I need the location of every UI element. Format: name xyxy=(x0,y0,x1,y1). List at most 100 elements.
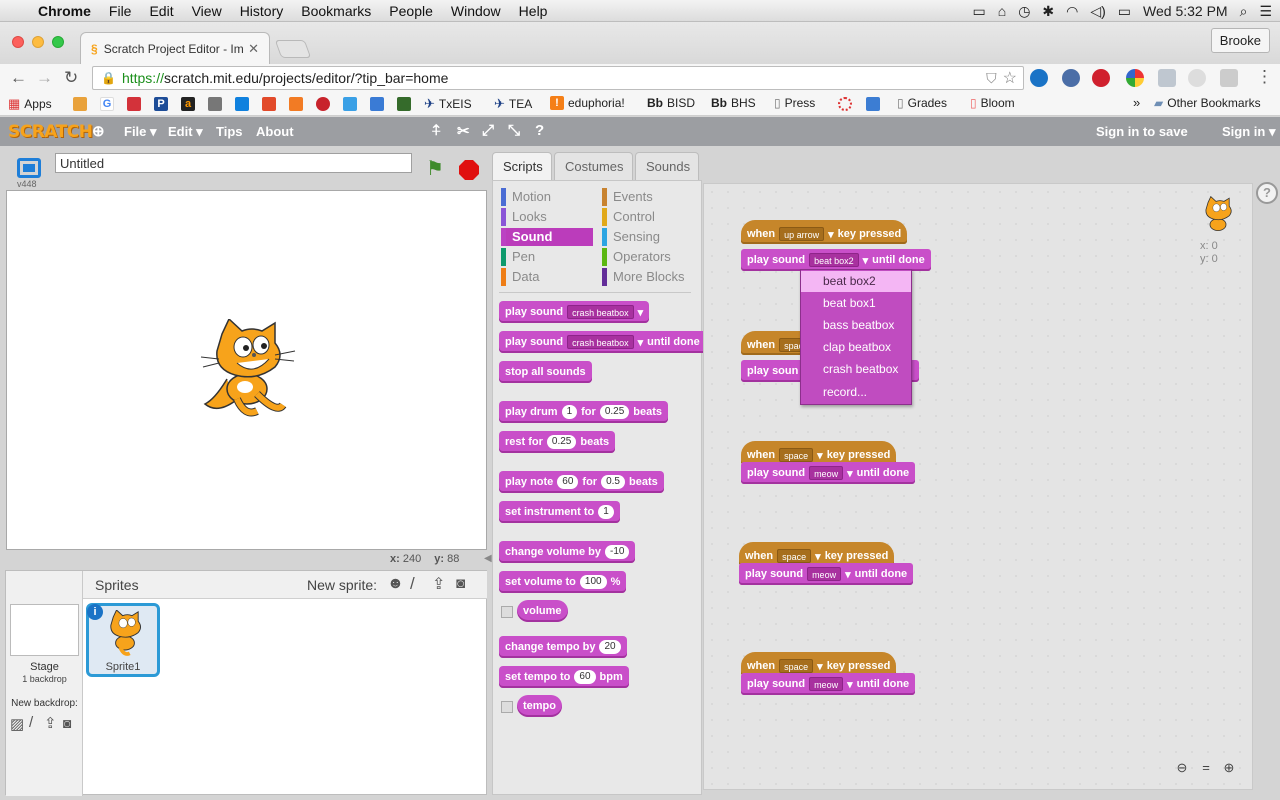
menu-item-bass-beatbox[interactable]: bass beatbox xyxy=(801,315,911,336)
bookmark-icon-green[interactable] xyxy=(397,97,411,111)
delete-tool-icon[interactable]: ✂ xyxy=(457,122,470,140)
bookmark-icon-hourglass[interactable] xyxy=(866,97,880,111)
upload-backdrop-icon[interactable]: ⇪ xyxy=(44,714,57,732)
bookmark-bisd[interactable]: Bb BISD xyxy=(647,96,695,110)
camera-icon[interactable] xyxy=(1220,69,1238,87)
camera-sprite-icon[interactable]: ◙ xyxy=(456,575,465,592)
bookmark-grades[interactable]: ▯ Grades xyxy=(897,96,947,110)
menu-chrome[interactable]: Chrome xyxy=(38,3,91,19)
tips-link[interactable]: Tips xyxy=(216,124,243,139)
bookmark-bloom[interactable]: ▯ Bloom xyxy=(970,96,1015,110)
battery-icon[interactable]: ▭ xyxy=(1118,3,1131,20)
zoom-in-icon[interactable]: ⊕ xyxy=(1219,760,1239,776)
airplay-icon[interactable]: ▭ xyxy=(972,3,985,20)
bookmark-icon-circle[interactable] xyxy=(838,97,852,111)
pinterest-bookmark-icon[interactable] xyxy=(316,97,330,111)
edit-menu[interactable]: Edit ▾ xyxy=(168,124,203,140)
bookmark-icon-blue[interactable] xyxy=(343,97,357,111)
notification-center-icon[interactable]: ☰ xyxy=(1259,3,1272,20)
chrome-menu-icon[interactable]: ⋮ xyxy=(1256,67,1273,87)
sprite1-thumbnail[interactable]: i Sprite1 xyxy=(86,603,160,677)
category-data[interactable]: Data xyxy=(501,268,593,286)
tab-scripts[interactable]: Scripts xyxy=(492,152,552,180)
globe-icon[interactable]: ⊕ xyxy=(92,122,105,140)
script4-play-sound-until-done-block[interactable]: play sound meow ▾ until done xyxy=(739,563,914,585)
palette-stop-all-sounds-block[interactable]: stop all sounds xyxy=(499,361,592,383)
extension-color-icon[interactable] xyxy=(1126,69,1144,87)
dropbox-bookmark-icon[interactable] xyxy=(235,97,249,111)
tab-sounds[interactable]: Sounds xyxy=(635,152,699,180)
bookmark-icon-red[interactable] xyxy=(127,97,141,111)
zoom-out-icon[interactable]: ⊖ xyxy=(1172,760,1192,776)
amazon-icon[interactable]: a xyxy=(181,97,195,111)
close-window-button[interactable] xyxy=(12,36,24,48)
bookmark-apps[interactable]: ▦ Apps xyxy=(8,96,52,112)
volume-reporter-checkbox[interactable] xyxy=(501,606,513,618)
menu-window[interactable]: Window xyxy=(451,3,501,19)
category-more-blocks[interactable]: More Blocks xyxy=(602,268,694,286)
category-motion[interactable]: Motion xyxy=(501,188,593,206)
paint-sprite-icon[interactable]: / xyxy=(410,574,415,594)
bookmark-other[interactable]: ▰ Other Bookmarks xyxy=(1154,96,1261,110)
home-icon[interactable]: ⌂ xyxy=(998,3,1006,19)
menu-item-record[interactable]: record... xyxy=(801,382,911,403)
extension-arrow-icon[interactable] xyxy=(1188,69,1206,87)
menu-help[interactable]: Help xyxy=(519,3,548,19)
address-bar[interactable]: 🔒 https:// scratch.mit.edu/projects/edit… xyxy=(92,66,1024,90)
bluetooth-icon[interactable]: ✱ xyxy=(1042,3,1054,20)
tab-costumes[interactable]: Costumes xyxy=(554,152,633,180)
palette-set-instrument-block[interactable]: set instrument to 1 xyxy=(499,501,620,523)
bookmark-icon-g-red[interactable] xyxy=(262,97,276,111)
new-tab-button[interactable] xyxy=(274,40,312,58)
category-pen[interactable]: Pen xyxy=(501,248,593,266)
stage-thumbnail[interactable] xyxy=(10,604,79,656)
forward-arrow-icon[interactable]: → xyxy=(36,68,53,88)
green-flag-icon[interactable]: ⚑ xyxy=(426,156,444,181)
sign-in-to-save-link[interactable]: Sign in to save xyxy=(1096,124,1188,139)
bookmark-eduphoria[interactable]: ! eduphoria! xyxy=(550,96,625,110)
clock-text[interactable]: Wed 5:32 PM xyxy=(1143,3,1228,19)
duplicate-tool-icon[interactable]: ⍏ xyxy=(432,122,441,139)
palette-volume-reporter[interactable]: volume xyxy=(517,600,568,622)
fullscreen-icon[interactable] xyxy=(17,158,41,178)
back-arrow-icon[interactable]: ← xyxy=(10,68,27,88)
paint-backdrop-icon[interactable]: / xyxy=(29,714,33,731)
scripts-area[interactable]: x: 0 y: 0 when up arrow ▾ key pressed play … xyxy=(703,183,1253,790)
script1-play-sound-until-done-block[interactable]: play sound beat box2 ▾ until done xyxy=(741,249,931,271)
scratch-logo[interactable]: SCRATCH xyxy=(8,122,93,142)
google-icon[interactable]: G xyxy=(100,97,114,111)
upload-sprite-icon[interactable]: ⇪ xyxy=(432,574,445,594)
category-control[interactable]: Control xyxy=(602,208,694,226)
pinterest-icon[interactable] xyxy=(1092,69,1110,87)
bookmark-icon-bear[interactable] xyxy=(73,97,87,111)
sprite-library-icon[interactable]: ☻ xyxy=(387,575,404,593)
dropbox-icon[interactable] xyxy=(1158,69,1176,87)
shield-icon[interactable]: ⛉ xyxy=(986,70,997,87)
close-tab-icon[interactable]: ✕ xyxy=(248,41,259,57)
menu-bookmarks[interactable]: Bookmarks xyxy=(301,3,371,19)
menu-item-beat-box2[interactable]: beat box2 xyxy=(801,271,911,292)
bookmark-press[interactable]: ▯ Press xyxy=(774,96,815,110)
help-tool-icon[interactable]: ? xyxy=(535,122,544,139)
blogger-icon[interactable] xyxy=(289,97,303,111)
tempo-reporter-checkbox[interactable] xyxy=(501,701,513,713)
stage-canvas[interactable] xyxy=(6,190,487,550)
category-operators[interactable]: Operators xyxy=(602,248,694,266)
about-link[interactable]: About xyxy=(256,124,294,139)
palette-tempo-reporter[interactable]: tempo xyxy=(517,695,562,717)
more-bookmarks-chevron-icon[interactable]: » xyxy=(1133,95,1140,110)
reload-icon[interactable]: ↻ xyxy=(64,68,78,88)
menu-view[interactable]: View xyxy=(192,3,222,19)
palette-set-tempo-block[interactable]: set tempo to 60 bpm xyxy=(499,666,629,688)
collapse-stage-icon[interactable]: ◀ xyxy=(484,553,492,564)
bookmark-txeis[interactable]: ✈ TxEIS xyxy=(424,96,472,112)
stop-sign-icon[interactable] xyxy=(459,160,479,180)
spotlight-icon[interactable]: ⌕ xyxy=(1240,3,1248,20)
menu-item-beat-box1[interactable]: beat box1 xyxy=(801,293,911,314)
scratch-cat-sprite[interactable] xyxy=(197,319,297,421)
zoom-window-button[interactable] xyxy=(52,36,64,48)
menu-item-clap-beatbox[interactable]: clap beatbox xyxy=(801,337,911,358)
bookmark-star-icon[interactable]: ☆ xyxy=(1003,68,1017,88)
project-title-input[interactable]: Untitled xyxy=(55,153,412,173)
menu-history[interactable]: History xyxy=(240,3,284,19)
